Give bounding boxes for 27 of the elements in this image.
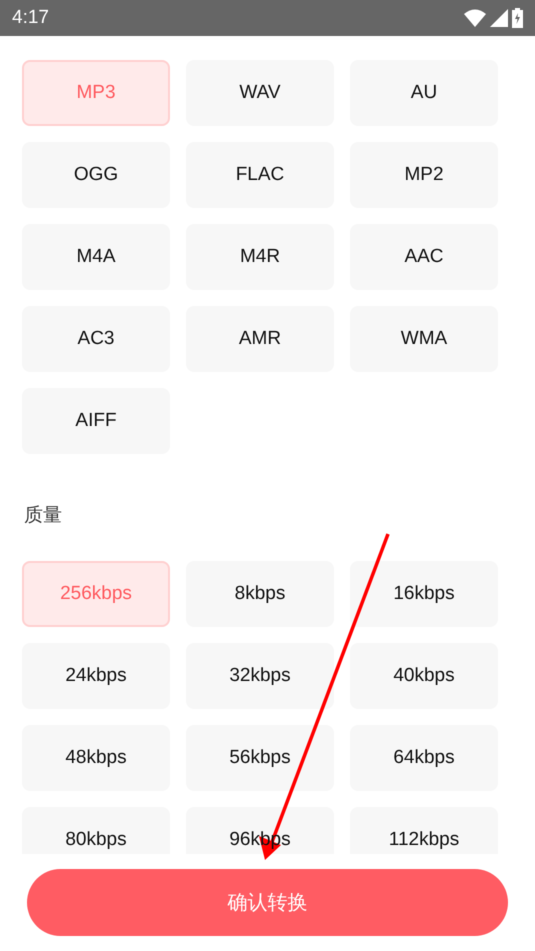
quality-option[interactable]: 32kbps (186, 643, 334, 709)
format-option[interactable]: M4A (22, 224, 170, 290)
quality-option[interactable]: 40kbps (350, 643, 498, 709)
section-label: 质量 (24, 504, 62, 528)
format-option[interactable]: AIFF (22, 388, 170, 454)
format-option[interactable]: OGG (22, 142, 170, 208)
quality-option[interactable]: 8kbps (186, 561, 334, 627)
format-option[interactable]: MP2 (350, 142, 498, 208)
quality-option[interactable]: 16kbps (350, 561, 498, 627)
format-option[interactable]: AAC (350, 224, 498, 290)
wifi-icon (464, 9, 486, 27)
format-option[interactable]: AU (350, 60, 498, 126)
format-option[interactable]: AMR (186, 306, 334, 372)
quality-option[interactable]: 64kbps (350, 725, 498, 791)
format-option[interactable]: FLAC (186, 142, 334, 208)
quality-option[interactable]: 48kbps (22, 725, 170, 791)
battery-icon (512, 8, 523, 28)
quality-option[interactable]: 56kbps (186, 725, 334, 791)
format-option[interactable]: AC3 (22, 306, 170, 372)
format-option[interactable]: WAV (186, 60, 334, 126)
format-option[interactable]: M4R (186, 224, 334, 290)
status-time: 4:17 (12, 7, 49, 29)
quality-option[interactable]: 112kbps (350, 807, 498, 854)
signal-icon (490, 9, 508, 27)
format-option[interactable]: WMA (350, 306, 498, 372)
quality-option[interactable]: 24kbps (22, 643, 170, 709)
quality-option[interactable]: 80kbps (22, 807, 170, 854)
